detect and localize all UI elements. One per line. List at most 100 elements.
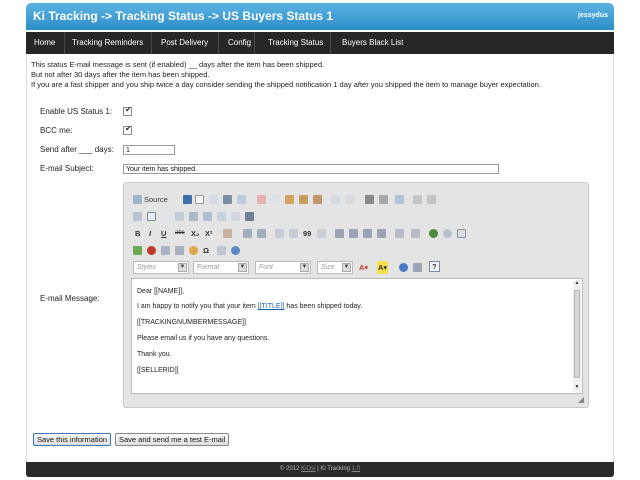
copy-icon[interactable]: [271, 195, 280, 204]
size-dropdown[interactable]: Size ▼: [317, 261, 353, 274]
show-blocks-icon[interactable]: [413, 263, 422, 272]
about-button[interactable]: ?: [429, 261, 440, 272]
flash-icon[interactable]: [147, 246, 156, 255]
page-break-icon[interactable]: [217, 246, 226, 255]
spellcheck-dropdown-icon[interactable]: [427, 195, 436, 204]
font-placeholder: Font: [259, 264, 274, 271]
message-line: [[SELLERID]]: [137, 367, 179, 374]
message-text: I am happy to notify you that your item: [137, 303, 258, 310]
footer-version-link[interactable]: 1.0: [352, 466, 360, 472]
remove-format-icon[interactable]: [223, 229, 232, 238]
button-field-icon[interactable]: [217, 212, 226, 221]
italic-button[interactable]: I: [149, 227, 151, 240]
rtl-icon[interactable]: [411, 229, 420, 238]
format-dropdown[interactable]: Format ▼: [193, 261, 249, 274]
table-icon[interactable]: [161, 246, 170, 255]
preview-icon[interactable]: [209, 195, 218, 204]
message-text: has been shipped today.: [284, 303, 363, 310]
bullet-list-icon[interactable]: [257, 229, 266, 238]
enable-checkbox[interactable]: ✔: [123, 105, 132, 116]
special-char-button[interactable]: Ω: [203, 244, 209, 257]
nav-item-post-delivery[interactable]: Post Delivery: [155, 32, 214, 54]
smiley-icon[interactable]: [189, 246, 198, 255]
checkbox-icon[interactable]: [147, 212, 156, 221]
select-field-icon[interactable]: [203, 212, 212, 221]
replace-icon[interactable]: [379, 195, 388, 204]
title-token-link[interactable]: [[TITLE]]: [258, 303, 285, 310]
link-icon[interactable]: [429, 229, 438, 238]
align-justify-icon[interactable]: [377, 229, 386, 238]
new-page-icon[interactable]: [195, 195, 204, 204]
chevron-down-icon: ▼: [300, 263, 309, 272]
nav-item-home[interactable]: Home: [28, 32, 61, 54]
scroll-up-icon[interactable]: ▲: [573, 280, 581, 288]
intro-line: This status E-mail message is sent (if e…: [31, 60, 325, 69]
paste-text-icon[interactable]: [299, 195, 308, 204]
strike-button[interactable]: abc: [175, 227, 185, 240]
numbered-list-icon[interactable]: [243, 229, 252, 238]
spellcheck-icon[interactable]: [413, 195, 422, 204]
nav-item-buyers-black-list[interactable]: Buyers Black List: [336, 32, 409, 54]
select-all-icon[interactable]: [395, 195, 404, 204]
editor-content-area[interactable]: Dear [[NAME]], I am happy to notify you …: [131, 278, 583, 394]
subscript-button[interactable]: X₂: [191, 227, 199, 240]
scroll-thumb[interactable]: [574, 290, 580, 378]
div-icon[interactable]: [317, 229, 326, 238]
save-test-email-button[interactable]: Save and send me a test E-mail: [115, 433, 230, 446]
anchor-icon[interactable]: [457, 229, 466, 238]
text-color-button[interactable]: A▾: [359, 261, 368, 274]
footer-brand-link[interactable]: KiOsi: [301, 466, 315, 472]
subject-input[interactable]: Your item has shipped.: [123, 164, 499, 174]
bold-button[interactable]: B: [135, 227, 140, 240]
bg-color-button[interactable]: A▾: [377, 261, 389, 274]
editor-scrollbar[interactable]: ▲ ▼: [573, 280, 581, 392]
ltr-icon[interactable]: [395, 229, 404, 238]
save-button[interactable]: Save this information: [33, 433, 112, 446]
iframe-icon[interactable]: [231, 246, 240, 255]
indent-icon[interactable]: [289, 229, 298, 238]
message-line: [[TRACKINGNUMBERMESSAGE]]: [137, 319, 246, 326]
undo-icon[interactable]: [331, 195, 340, 204]
nav-item-tracking-reminders[interactable]: Tracking Reminders: [66, 32, 149, 54]
format-placeholder: Format: [197, 264, 220, 271]
cut-icon[interactable]: [257, 195, 266, 204]
hidden-field-icon[interactable]: [231, 212, 240, 221]
print-icon[interactable]: [223, 195, 232, 204]
editor-toolbar-row: B I U abc X₂ X² 99: [131, 227, 581, 240]
font-dropdown[interactable]: Font ▼: [255, 261, 311, 274]
horizontal-rule-icon[interactable]: [175, 246, 184, 255]
find-icon[interactable]: [365, 195, 374, 204]
form-icon[interactable]: [133, 212, 142, 221]
nav-item-tracking-status[interactable]: Tracking Status: [262, 32, 329, 54]
redo-icon[interactable]: [345, 195, 354, 204]
nav-item-config[interactable]: Config: [222, 32, 257, 54]
align-right-icon[interactable]: [363, 229, 372, 238]
paste-word-icon[interactable]: [313, 195, 322, 204]
textfield-icon[interactable]: [175, 212, 184, 221]
footer: © 2012 KiOsi | Ki Tracking 1.0: [26, 462, 614, 477]
align-left-icon[interactable]: [335, 229, 344, 238]
superscript-button[interactable]: X²: [205, 227, 213, 240]
resize-grip-icon[interactable]: ◢: [578, 395, 584, 404]
radio-icon[interactable]: [161, 212, 170, 221]
maximize-icon[interactable]: [399, 263, 408, 272]
scroll-down-icon[interactable]: ▼: [573, 384, 581, 392]
templates-icon[interactable]: [237, 195, 246, 204]
blockquote-button[interactable]: 99: [303, 227, 311, 240]
bcc-checkbox[interactable]: ✔: [123, 124, 132, 135]
username-label[interactable]: jessydus: [578, 12, 608, 19]
outdent-icon[interactable]: [275, 229, 284, 238]
chevron-down-icon: ▼: [342, 263, 351, 272]
textarea-icon[interactable]: [189, 212, 198, 221]
send-after-input[interactable]: 1: [123, 145, 175, 155]
styles-dropdown[interactable]: Styles ▼: [133, 261, 189, 274]
message-label: E-mail Message:: [40, 294, 100, 303]
image-icon[interactable]: [133, 246, 142, 255]
save-icon[interactable]: [183, 195, 192, 204]
unlink-icon[interactable]: [443, 229, 452, 238]
align-center-icon[interactable]: [349, 229, 358, 238]
paste-icon[interactable]: [285, 195, 294, 204]
underline-button[interactable]: U: [161, 227, 166, 240]
image-button-icon[interactable]: [245, 212, 254, 221]
source-button[interactable]: Source: [144, 193, 168, 206]
